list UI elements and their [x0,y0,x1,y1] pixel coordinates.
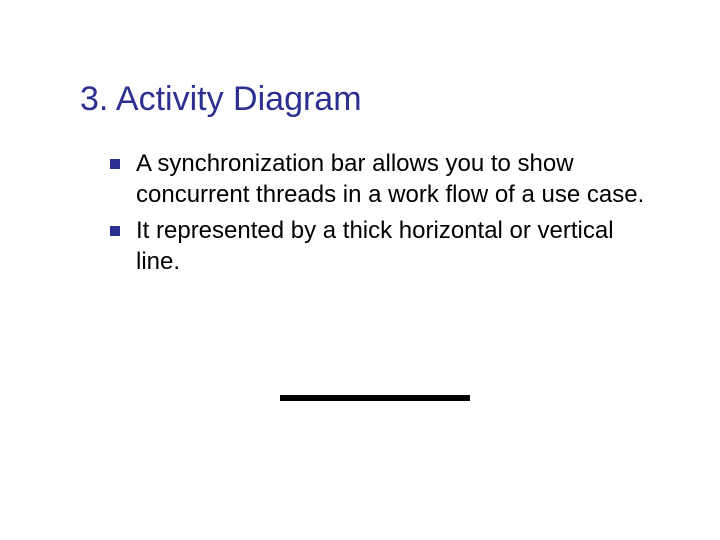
slide: 3. Activity Diagram A synchronization ba… [0,0,720,540]
bullet-square-icon [110,226,120,236]
bullet-text: It represented by a thick horizontal or … [136,217,614,275]
list-item: It represented by a thick horizontal or … [110,216,660,277]
synchronization-bar-icon [280,395,470,401]
slide-title: 3. Activity Diagram [80,80,660,119]
bullet-text: A synchronization bar allows you to show… [136,150,644,208]
bullet-square-icon [110,159,120,169]
bullet-list: A synchronization bar allows you to show… [80,149,660,278]
list-item: A synchronization bar allows you to show… [110,149,660,210]
